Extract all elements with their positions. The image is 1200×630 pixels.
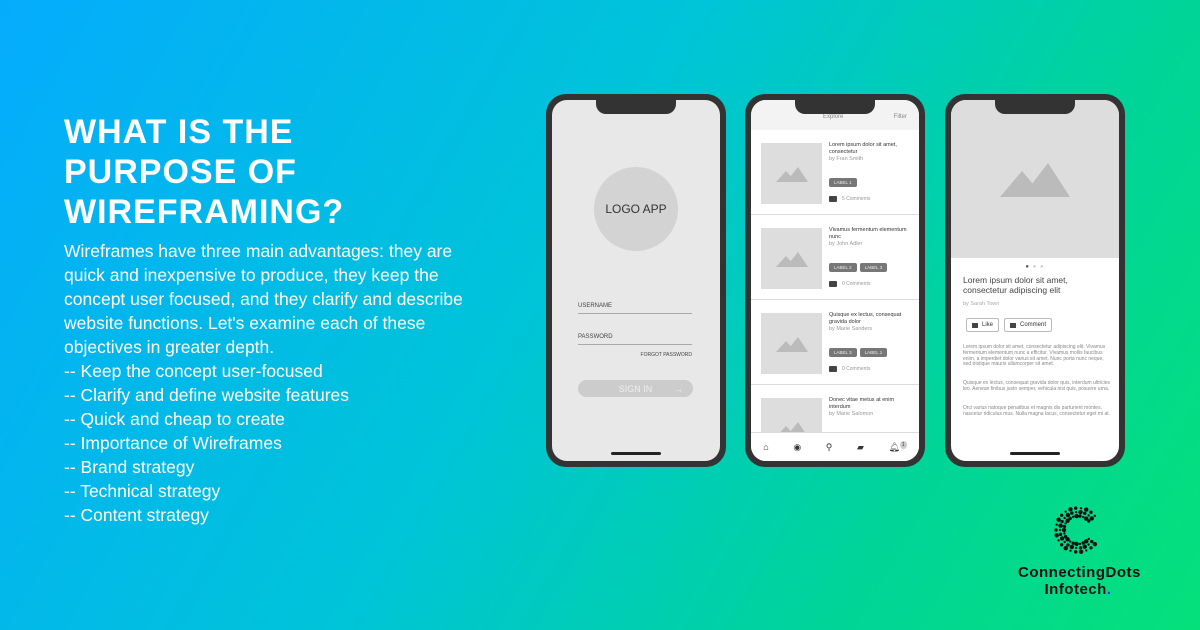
brand-dot: . bbox=[1106, 581, 1112, 598]
brand-name-2: Infotech bbox=[1044, 581, 1107, 598]
label-tag: LABEL 3 bbox=[829, 348, 857, 357]
brand-name: ConnectingDots bbox=[1018, 564, 1141, 581]
feed-card[interactable]: Quisque ex lectus, consequat gravida dol… bbox=[751, 300, 919, 385]
intro-text: Wireframes have three main advantages: t… bbox=[64, 241, 463, 357]
connectingdots-logo-icon bbox=[1054, 506, 1098, 554]
card-author: by Marie Sanders bbox=[829, 326, 873, 332]
phone-notch bbox=[795, 100, 875, 114]
point: -- Quick and cheap to create bbox=[64, 409, 285, 429]
phone-notch bbox=[596, 100, 676, 114]
comments-count: 5 Comments bbox=[842, 196, 871, 202]
label-tag: LABEL 3 bbox=[859, 263, 888, 272]
hero-image-placeholder bbox=[951, 100, 1119, 258]
forgot-password-link[interactable]: FORGOT PASSWORD bbox=[641, 352, 692, 358]
article-paragraph: Quisque ex lectus, consequat gravida dol… bbox=[963, 380, 1111, 392]
like-label: Like bbox=[982, 322, 994, 328]
comments-count: 0 Comments bbox=[842, 366, 871, 372]
carousel-dots[interactable]: ● ● ● bbox=[951, 264, 1119, 270]
feed-card[interactable]: Lorem ipsum dolor sit amet, consectetur b… bbox=[751, 130, 919, 215]
label-tag: LABEL 1 bbox=[829, 178, 857, 187]
comment-icon bbox=[1010, 322, 1017, 328]
point: -- Technical strategy bbox=[64, 481, 221, 501]
point: -- Brand strategy bbox=[64, 457, 195, 477]
card-title: Vivamus fermentum elementum nunc bbox=[829, 227, 907, 240]
sign-in-label: SIGN IN bbox=[618, 383, 653, 394]
bottom-nav: ⌂ ◉ ⚲ ▰ 🔔︎ 1 bbox=[751, 432, 919, 461]
image-icon bbox=[775, 336, 808, 352]
home-icon[interactable]: ⌂ bbox=[763, 442, 768, 452]
comments-count: 0 Comments bbox=[842, 281, 871, 287]
label-tag: LABEL 1 bbox=[859, 348, 888, 357]
arrow-right-icon: → bbox=[674, 383, 683, 394]
comments-icon bbox=[829, 366, 837, 372]
article-paragraph: Orci varius natoque penatibus et magnis … bbox=[963, 405, 1111, 417]
chat-icon[interactable]: ▰ bbox=[857, 442, 864, 453]
phone-notch bbox=[995, 100, 1075, 114]
home-indicator bbox=[611, 452, 661, 455]
feed-card[interactable]: Vivamus fermentum elementum nunc by John … bbox=[751, 215, 919, 300]
image-icon bbox=[1000, 163, 1070, 197]
image-placeholder bbox=[761, 143, 822, 204]
thumbs-up-icon bbox=[972, 322, 978, 328]
point: -- Keep the concept user-focused bbox=[64, 361, 323, 381]
image-icon bbox=[775, 166, 808, 182]
label-tag: LABEL 2 bbox=[829, 263, 857, 272]
point: -- Importance of Wireframes bbox=[64, 433, 282, 453]
card-author: by John Adler bbox=[829, 241, 863, 247]
brand-logo: ConnectingDots Infotech. bbox=[1018, 505, 1141, 598]
comments-icon bbox=[829, 196, 837, 202]
card-title: Donec vitae metus at enim interdum bbox=[829, 397, 895, 410]
tab-explore[interactable]: Explore bbox=[823, 114, 843, 120]
article-author: by Sarah Town bbox=[963, 301, 1000, 307]
phone-article: ● ● ● Lorem ipsum dolor sit amet, consec… bbox=[945, 94, 1125, 467]
article-title: Lorem ipsum dolor sit amet, consectetur … bbox=[963, 275, 1068, 295]
image-placeholder bbox=[761, 228, 822, 289]
phone-feed: Explore Filter Lorem ipsum dolor sit amet… bbox=[745, 94, 925, 467]
filter-button[interactable]: Filter bbox=[894, 114, 907, 120]
card-title: Quisque ex lectus, consequat gravida dol… bbox=[829, 312, 902, 325]
comment-button[interactable]: Comment bbox=[1004, 318, 1053, 332]
compass-icon[interactable]: ◉ bbox=[793, 442, 801, 453]
password-field[interactable]: PASSWORD bbox=[578, 334, 692, 345]
card-title: Lorem ipsum dolor sit amet, consectetur bbox=[829, 142, 897, 155]
points-list: -- Keep the concept user-focused -- Clar… bbox=[64, 359, 349, 527]
image-icon bbox=[775, 251, 808, 267]
sign-in-button[interactable]: SIGN IN → bbox=[578, 380, 693, 397]
bell-icon[interactable]: 🔔︎ 1 bbox=[888, 440, 907, 453]
card-author: by Marie Salomon bbox=[829, 411, 874, 417]
page-title: What is the purpose of wireframing? bbox=[64, 113, 345, 231]
notification-badge: 1 bbox=[899, 440, 907, 449]
comments-icon bbox=[829, 281, 837, 287]
home-indicator bbox=[1010, 452, 1060, 455]
search-icon[interactable]: ⚲ bbox=[826, 442, 833, 453]
like-button[interactable]: Like bbox=[966, 318, 1000, 332]
comment-label: Comment bbox=[1020, 322, 1047, 328]
image-placeholder bbox=[761, 313, 822, 374]
point: -- Content strategy bbox=[64, 505, 209, 525]
username-field[interactable]: USERNAME bbox=[578, 303, 692, 314]
card-author: by Fran Smith bbox=[829, 156, 864, 162]
phone-login: LOGO APP USERNAME PASSWORD FORGOT PASSWO… bbox=[546, 94, 726, 467]
article-paragraph: Lorem ipsum dolor sit amet, consectetur … bbox=[963, 344, 1106, 368]
point: -- Clarify and define website features bbox=[64, 385, 349, 405]
logo-placeholder: LOGO APP bbox=[594, 167, 678, 251]
